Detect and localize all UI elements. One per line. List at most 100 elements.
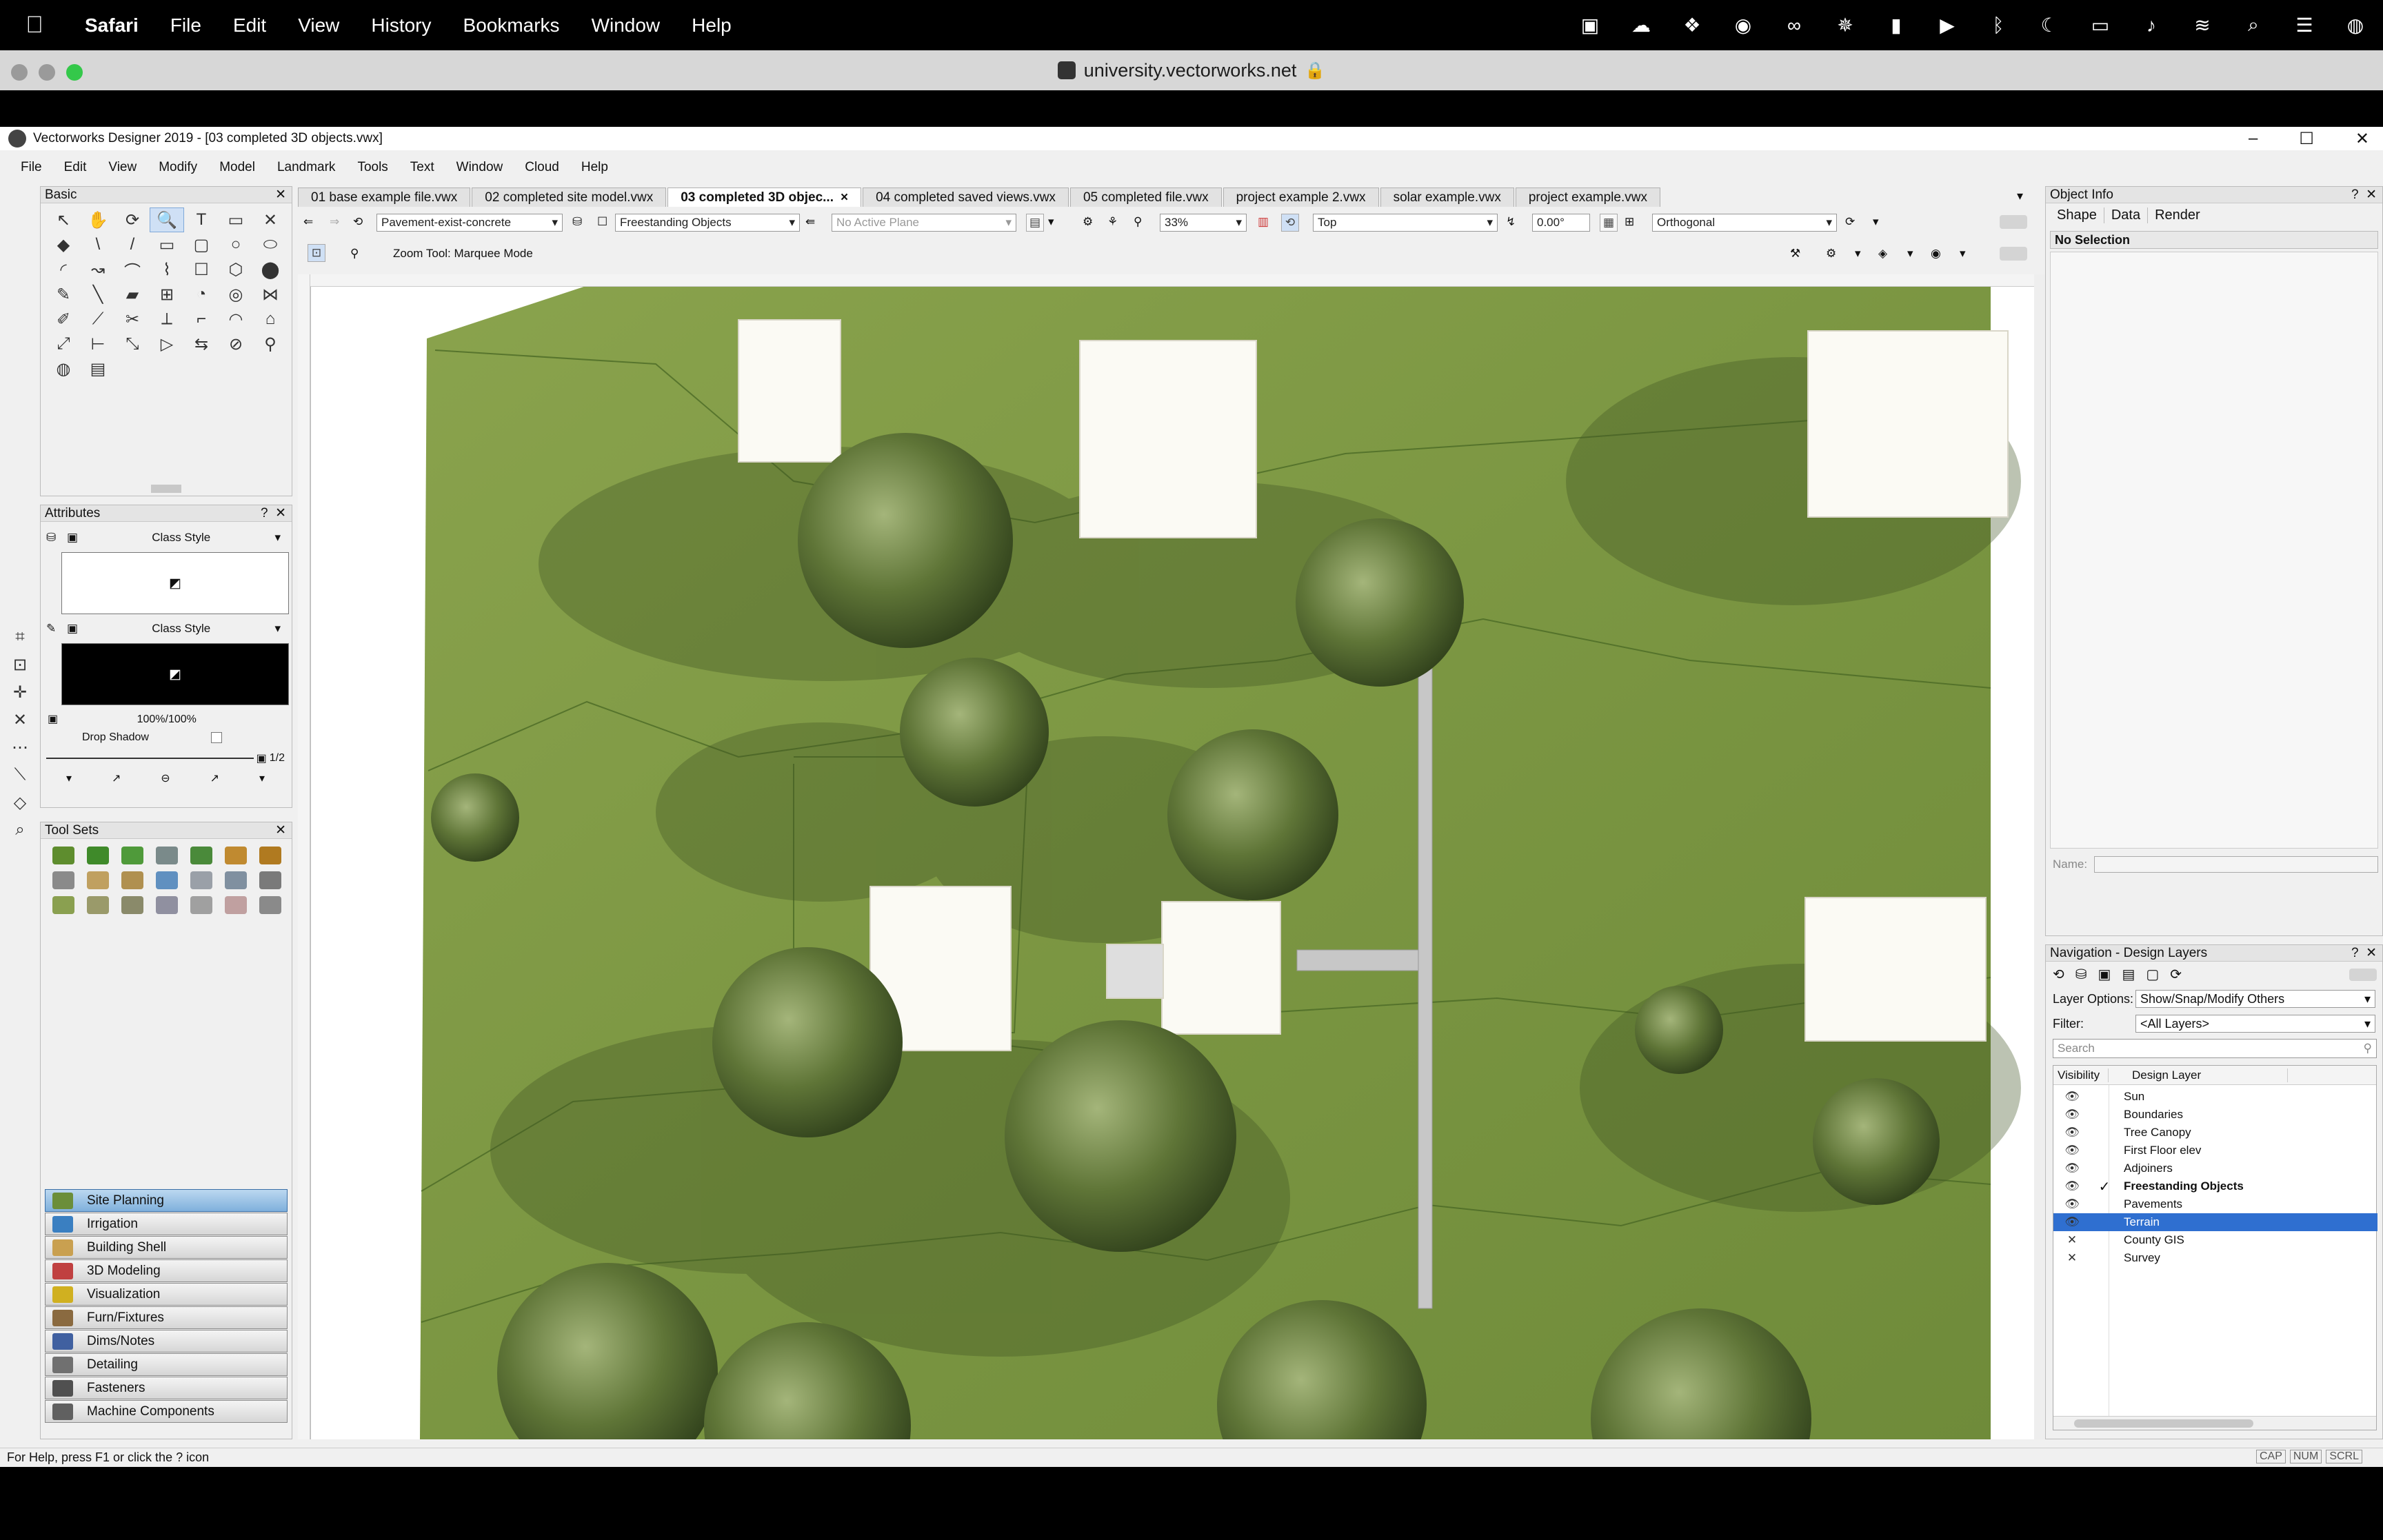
search-icon[interactable]: ⌕ <box>2240 14 2267 37</box>
basic-tool-icon[interactable]: ◎ <box>219 282 253 307</box>
drop-shadow-checkbox[interactable] <box>210 732 222 743</box>
toolset-item[interactable]: Furn/Fixtures <box>45 1306 288 1329</box>
zoom-marquee-mode-icon[interactable]: ⊡ <box>308 244 325 262</box>
layer-search-input[interactable]: Search ⚲ <box>2053 1039 2377 1058</box>
vw-menu-cloud[interactable]: Cloud <box>514 160 570 175</box>
layer-visibility-icon[interactable]: 👁 <box>2053 1179 2091 1193</box>
gear-dropdown-icon[interactable]: ▾ <box>1855 244 1861 263</box>
nav-duplicate-icon[interactable]: ▣ <box>2098 966 2111 983</box>
fill-style-dropdown-icon[interactable]: ▾ <box>274 531 281 545</box>
line-page-value[interactable]: 1/2 <box>270 752 285 764</box>
vw-menu-edit[interactable]: Edit <box>53 160 98 175</box>
light-dropdown-icon[interactable]: ▾ <box>1873 212 1879 232</box>
pen-style-value[interactable]: Class Style <box>88 622 274 636</box>
drawing-canvas[interactable] <box>310 274 2034 1439</box>
snap-box-icon[interactable]: ⊡ <box>4 651 36 678</box>
render-mode-icon[interactable]: ▦ <box>1600 214 1618 232</box>
basic-tool-icon[interactable]: ⟳ <box>115 207 150 232</box>
play-icon[interactable]: ▶ <box>1933 14 1961 37</box>
toolset-item[interactable]: Dims/Notes <box>45 1330 288 1352</box>
navigation-help-icon[interactable]: ? <box>2351 946 2359 960</box>
snap-distance-icon[interactable]: ⋯ <box>4 733 36 761</box>
nav-forward-icon[interactable]: ⇒ <box>330 212 339 232</box>
menu-bookmarks[interactable]: Bookmarks <box>448 14 576 37</box>
battery-icon[interactable]: ▭ <box>2087 14 2114 37</box>
maximize-icon[interactable]: ☐ <box>2299 129 2314 149</box>
pen-icon[interactable]: ✎ <box>46 622 67 636</box>
onepassword-icon[interactable]: ◉ <box>1729 14 1757 37</box>
site-tool-icon[interactable] <box>81 843 115 868</box>
site-tool-icon[interactable] <box>46 843 81 868</box>
tab-close-icon[interactable]: × <box>841 190 848 205</box>
snap-intersect-icon[interactable]: ✕ <box>4 706 36 733</box>
vw-menu-landmark[interactable]: Landmark <box>266 160 347 175</box>
toolset-item[interactable]: Irrigation <box>45 1213 288 1235</box>
basic-tool-icon[interactable]: ✂ <box>115 307 150 332</box>
menu-window[interactable]: Window <box>576 14 676 37</box>
site-tool-icon[interactable] <box>81 893 115 918</box>
site-tool-icon[interactable] <box>219 843 253 868</box>
layer-row[interactable]: 👁 Boundaries <box>2053 1106 2377 1124</box>
menu-edit[interactable]: Edit <box>217 14 282 37</box>
fill-bucket-icon[interactable]: ⛁ <box>46 531 67 545</box>
view-cube-icon[interactable]: ⚙ <box>1083 212 1093 232</box>
basic-tool-icon[interactable]: ◆ <box>46 232 81 257</box>
toolset-item[interactable]: Detailing <box>45 1353 288 1376</box>
moon-icon[interactable]: ☾ <box>2035 14 2063 37</box>
marker-end-icon[interactable]: ↗ <box>210 771 219 785</box>
layer-row[interactable]: 👁 Terrain <box>2053 1213 2377 1231</box>
navigation-close-icon[interactable]: ✕ <box>2366 946 2377 960</box>
bluetooth-icon[interactable]: ᛒ <box>1984 14 2012 37</box>
basic-tool-icon[interactable]: ▭ <box>219 207 253 232</box>
site-tool-icon[interactable] <box>253 843 288 868</box>
line-style-preview[interactable] <box>46 758 254 759</box>
marker-start-icon[interactable]: ↗ <box>112 771 121 785</box>
basic-close-icon[interactable]: ✕ <box>275 187 286 203</box>
menu-app-name[interactable]: Safari <box>69 14 154 37</box>
site-tool-icon[interactable] <box>115 893 150 918</box>
filter-select[interactable]: <All Layers> ▾ <box>2135 1015 2375 1033</box>
document-tab[interactable]: 01 base example file.vwx <box>298 188 471 207</box>
basic-tool-icon[interactable]: \ <box>81 232 115 257</box>
view-bar-options-button[interactable] <box>2000 215 2027 229</box>
toolset-item[interactable]: Fasteners <box>45 1377 288 1399</box>
fill-swatch[interactable]: ◩ <box>61 552 289 614</box>
attributes-close-icon[interactable]: ✕ <box>275 506 286 520</box>
basic-tool-icon[interactable]: ✕ <box>253 207 288 232</box>
pen-swatch[interactable]: ◩ <box>61 643 289 705</box>
site-tool-icon[interactable] <box>150 893 184 918</box>
col-visibility[interactable]: Visibility <box>2053 1068 2109 1082</box>
vw-menu-file[interactable]: File <box>0 160 53 175</box>
site-tool-icon[interactable] <box>81 868 115 893</box>
basic-tool-icon[interactable]: ↝ <box>81 257 115 282</box>
basic-tool-icon[interactable]: ◜ <box>46 257 81 282</box>
basic-tool-icon[interactable]: ⌐ <box>184 307 219 332</box>
layer-visibility-icon[interactable]: 👁 <box>2053 1126 2091 1139</box>
layer-visibility-icon[interactable]: 👁 <box>2053 1197 2091 1211</box>
active-plane-select[interactable]: No Active Plane ▾ <box>832 214 1016 232</box>
attributes-help-icon[interactable]: ? <box>261 506 268 520</box>
basic-tool-icon[interactable]: ⚲ <box>253 332 288 356</box>
marker-start-dropdown-icon[interactable]: ▾ <box>66 771 72 785</box>
site-tool-icon[interactable] <box>253 893 288 918</box>
vw-menu-tools[interactable]: Tools <box>346 160 399 175</box>
tab-render[interactable]: Render <box>2148 207 2207 223</box>
basic-tool-icon[interactable]: ⌒ <box>115 257 150 282</box>
fill-style-value[interactable]: Class Style <box>88 531 274 545</box>
site-tool-icon[interactable] <box>219 868 253 893</box>
document-tab[interactable]: solar example.vwx <box>1380 188 1514 207</box>
basic-tool-icon[interactable]: ⌂ <box>253 307 288 332</box>
basic-tool-icon[interactable]: ⬭ <box>253 232 288 257</box>
basic-tool-icon[interactable]: ↖ <box>46 207 81 232</box>
name-field[interactable] <box>2094 856 2378 873</box>
basic-tool-icon[interactable]: ◠ <box>219 307 253 332</box>
layer-row[interactable]: ✕ Survey <box>2053 1249 2377 1267</box>
nav-new-layer-icon[interactable]: ⟲ <box>2053 966 2064 983</box>
site-tool-icon[interactable] <box>150 843 184 868</box>
snap-point-icon[interactable]: ✛ <box>4 678 36 706</box>
snap-tangent-icon[interactable]: ⟍ <box>4 761 36 789</box>
document-tab[interactable]: project example 2.vwx <box>1223 188 1379 207</box>
mode-bar-options-button[interactable] <box>2000 247 2027 261</box>
site-tool-icon[interactable] <box>184 843 219 868</box>
basic-tool-icon[interactable]: ⊢ <box>81 332 115 356</box>
